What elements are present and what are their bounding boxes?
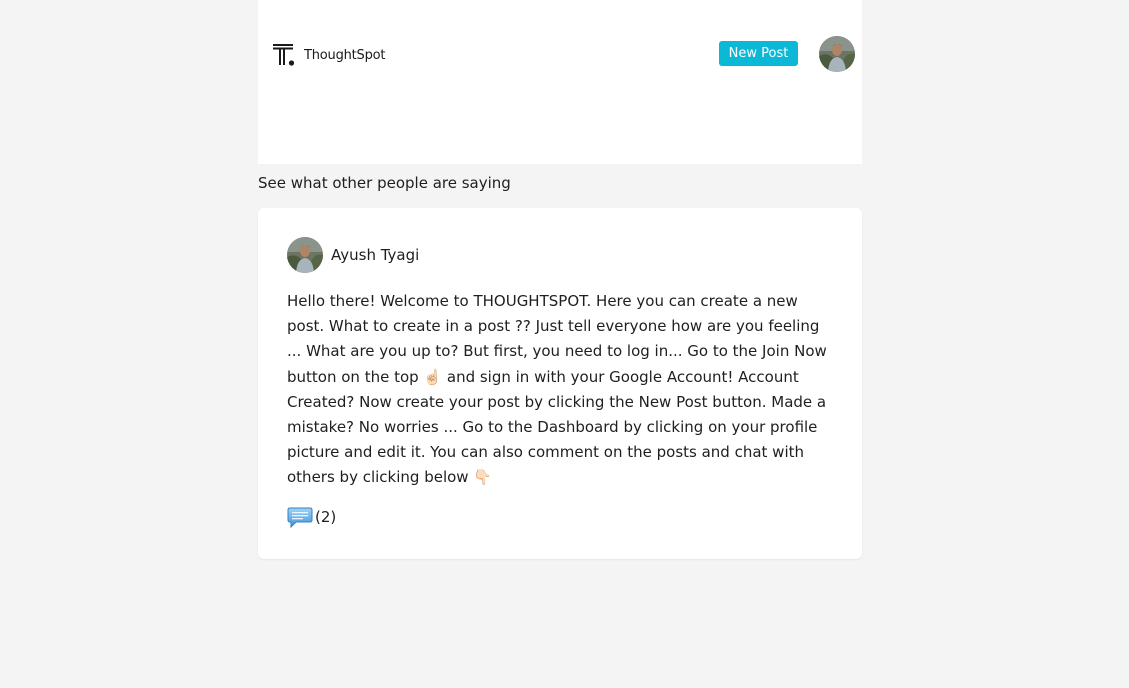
avatar-photo-icon	[819, 36, 855, 72]
comment-count: (2)	[315, 507, 337, 526]
comments-button[interactable]: (2)	[287, 505, 347, 529]
header: ThoughtSpot New Post	[258, 0, 862, 164]
author-avatar	[287, 237, 323, 273]
post-body: Hello there! Welcome to THOUGHTSPOT. Her…	[287, 292, 827, 487]
post-author: Ayush Tyagi	[287, 237, 834, 273]
section-title: See what other people are saying	[258, 174, 511, 192]
thoughtspot-logo-icon	[273, 44, 295, 66]
logo-text: ThoughtSpot	[304, 47, 386, 63]
profile-avatar[interactable]	[819, 36, 855, 72]
avatar-photo-icon	[287, 237, 323, 273]
author-name: Ayush Tyagi	[331, 246, 420, 264]
new-post-button[interactable]: New Post	[719, 41, 798, 66]
post-card: Ayush Tyagi Hello there! Welcome to THOU…	[258, 208, 862, 559]
app-container: ThoughtSpot New Post See what other peop…	[258, 0, 862, 559]
speech-bubble-icon	[287, 507, 313, 528]
logo[interactable]: ThoughtSpot	[272, 43, 386, 67]
